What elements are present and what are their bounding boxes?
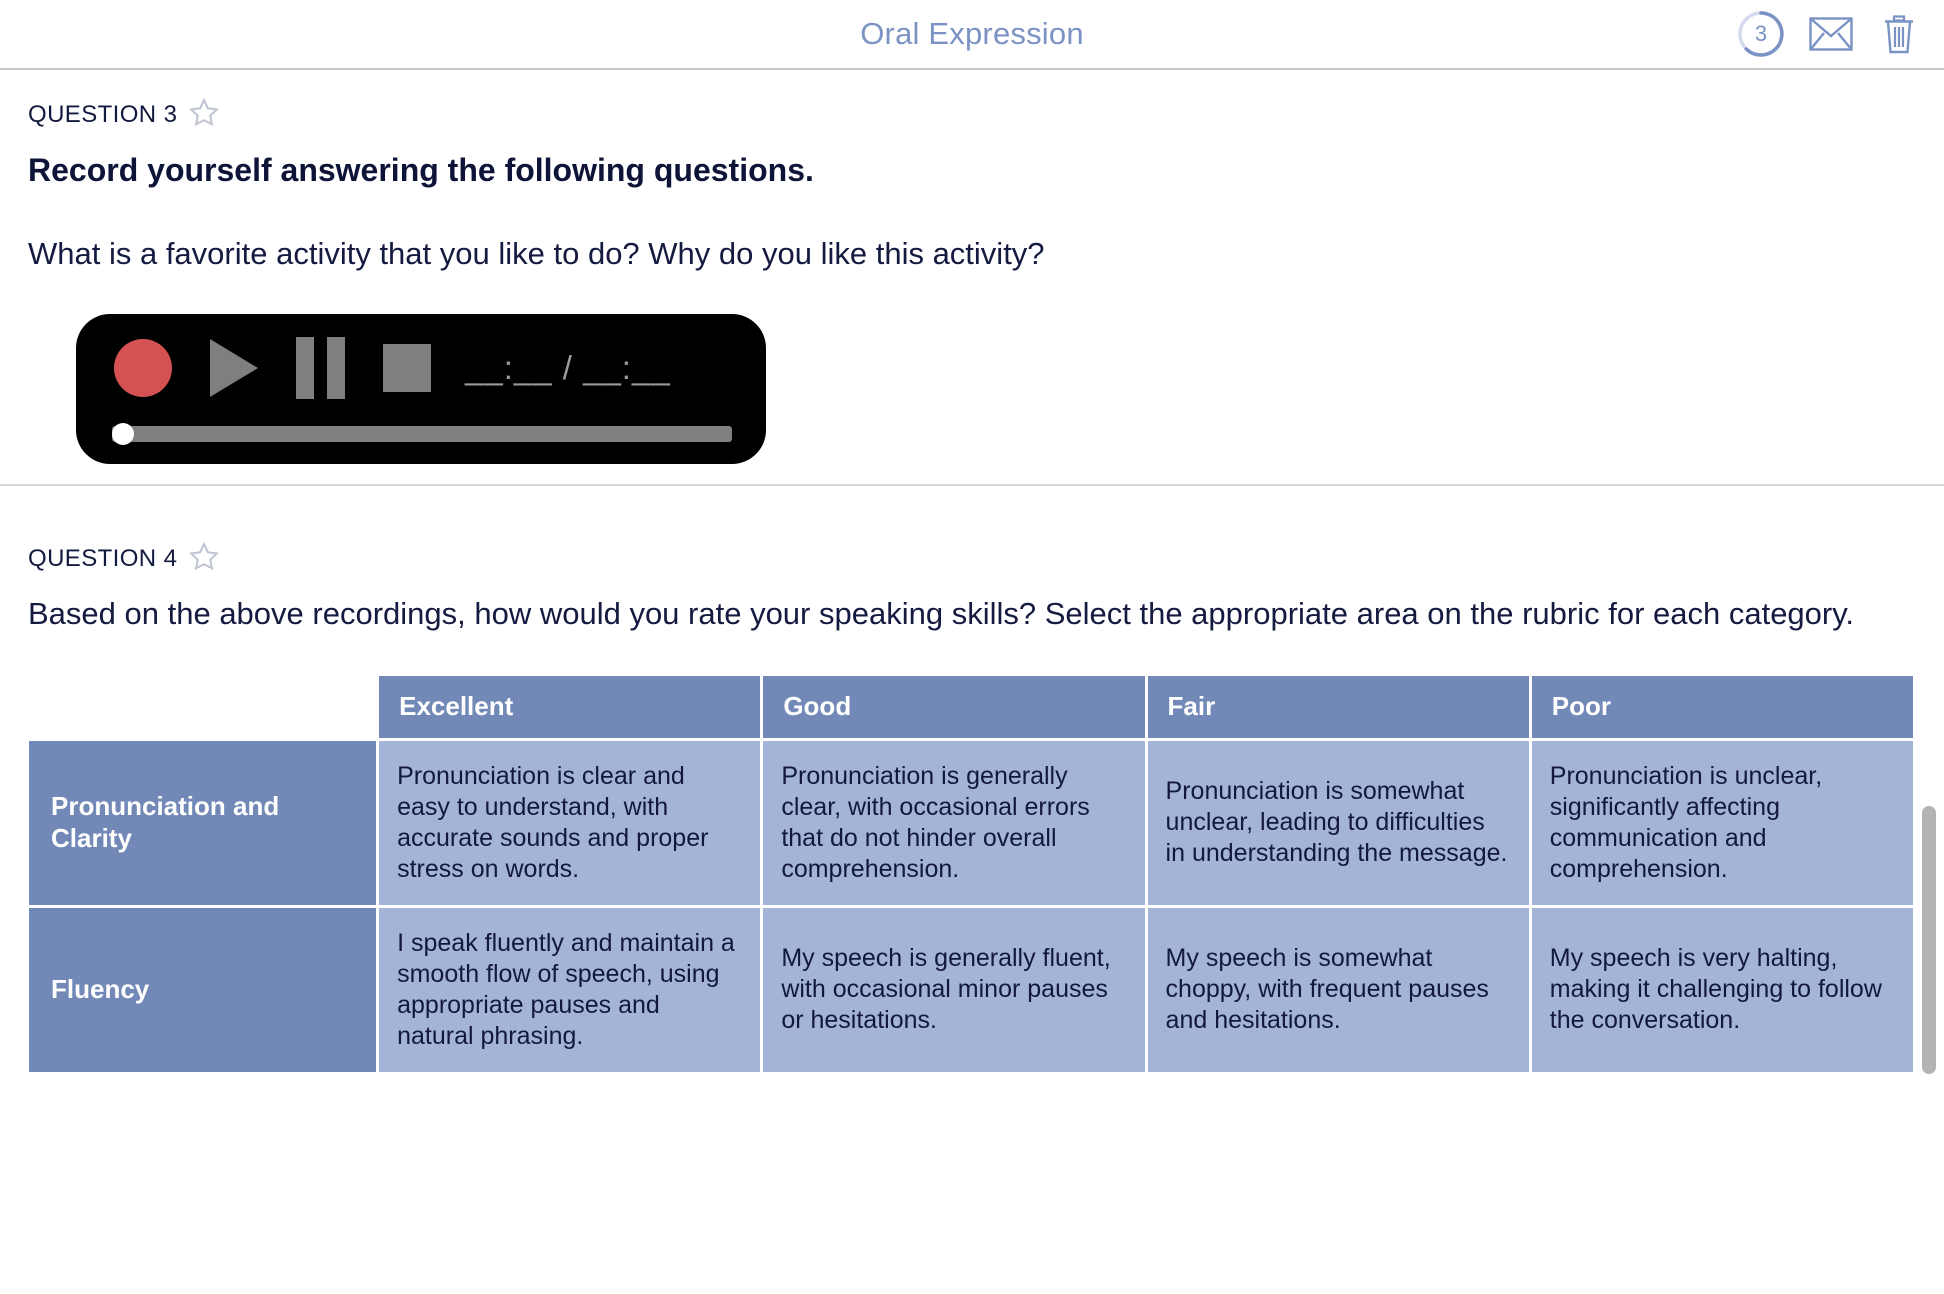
- question-3-label: QUESTION 3: [28, 101, 178, 128]
- star-svg: [189, 97, 220, 127]
- table-row: Fluency I speak fluently and maintain a …: [29, 907, 1913, 1072]
- question-block-4: QUESTION 4 Based on the above recordings…: [0, 486, 1944, 634]
- rubric-table: Excellent Good Fair Poor Pronunciation a…: [26, 673, 1916, 1075]
- question-3-heading: Record yourself answering the following …: [28, 152, 814, 188]
- question-4-label-row: QUESTION 4: [28, 542, 1916, 576]
- play-icon[interactable]: [210, 339, 258, 398]
- rubric-col-fair[interactable]: Fair: [1147, 675, 1529, 738]
- rubric-cell-fluency-excellent[interactable]: I speak fluently and maintain a smooth f…: [379, 907, 761, 1072]
- page-title: Oral Expression: [860, 16, 1084, 51]
- audio-recorder[interactable]: __:__ / __:__: [76, 314, 766, 465]
- star-icon[interactable]: [189, 542, 220, 576]
- rubric-head: Excellent Good Fair Poor: [29, 675, 1913, 738]
- rubric-cell-fluency-fair[interactable]: My speech is somewhat choppy, with frequ…: [1147, 907, 1529, 1072]
- rubric-cell-pronunciation-poor[interactable]: Pronunciation is unclear, significantly …: [1531, 740, 1913, 905]
- rubric-cell-pronunciation-excellent[interactable]: Pronunciation is clear and easy to under…: [379, 740, 761, 905]
- question-3-prompt: What is a favorite activity that you lik…: [28, 236, 1045, 271]
- recorder-controls: __:__ / __:__: [102, 332, 740, 404]
- trash-svg: [1885, 15, 1913, 54]
- rubric-cell-pronunciation-fair[interactable]: Pronunciation is somewhat unclear, leadi…: [1147, 740, 1529, 905]
- progress-count: 3: [1754, 21, 1768, 46]
- rubric-cell-fluency-good[interactable]: My speech is generally fluent, with occa…: [763, 907, 1145, 1072]
- rubric-row-label-pronunciation: Pronunciation and Clarity: [29, 740, 377, 905]
- recorder-progress-thumb[interactable]: [112, 423, 134, 446]
- rubric-header-row: Excellent Good Fair Poor: [29, 675, 1913, 738]
- pause-icon[interactable]: [296, 337, 345, 400]
- content-area: QUESTION 3 Record yourself answering the…: [0, 70, 1944, 1294]
- app-header: Oral Expression 3: [0, 0, 1944, 70]
- envelope-icon[interactable]: [1808, 11, 1854, 57]
- record-icon[interactable]: [114, 339, 172, 398]
- rubric-col-poor[interactable]: Poor: [1531, 675, 1913, 738]
- rubric-row-label-fluency: Fluency: [29, 907, 377, 1072]
- trash-icon[interactable]: [1876, 11, 1922, 57]
- progress-ring-icon[interactable]: 3: [1736, 9, 1786, 59]
- rubric-body: Pronunciation and Clarity Pronunciation …: [29, 740, 1913, 1072]
- scrollbar-thumb[interactable]: [1922, 806, 1936, 1074]
- envelope-svg: [1809, 17, 1853, 51]
- rubric-col-good[interactable]: Good: [763, 675, 1145, 738]
- rubric-corner-cell: [29, 675, 377, 738]
- header-actions: 3: [1736, 9, 1922, 59]
- stop-icon[interactable]: [383, 344, 431, 393]
- rubric-table-wrapper: Excellent Good Fair Poor Pronunciation a…: [0, 673, 1944, 1075]
- rubric-cell-pronunciation-good[interactable]: Pronunciation is generally clear, with o…: [763, 740, 1145, 905]
- star-svg: [189, 542, 220, 571]
- question-block-3: QUESTION 3 Record yourself answering the…: [0, 70, 1944, 484]
- question-4-prompt: Based on the above recordings, how would…: [28, 596, 1855, 632]
- rubric-cell-fluency-poor[interactable]: My speech is very halting, making it cha…: [1531, 907, 1913, 1072]
- question-3-label-row: QUESTION 3: [28, 97, 1916, 132]
- recorder-progress-slider[interactable]: [112, 423, 732, 446]
- question-4-label: QUESTION 4: [28, 545, 178, 573]
- recorder-time-display: __:__ / __:__: [465, 349, 671, 387]
- table-row: Pronunciation and Clarity Pronunciation …: [29, 740, 1913, 905]
- pause-bar-left: [296, 337, 314, 400]
- star-icon[interactable]: [189, 97, 220, 132]
- vertical-scrollbar[interactable]: [1920, 770, 1938, 1294]
- rubric-col-excellent[interactable]: Excellent: [379, 675, 761, 738]
- pause-bar-right: [327, 337, 345, 400]
